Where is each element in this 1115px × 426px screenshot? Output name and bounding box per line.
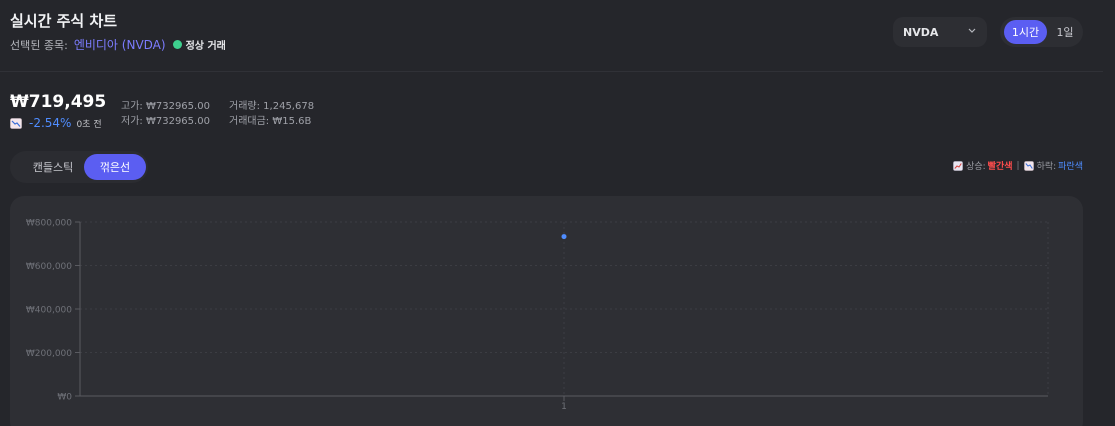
y-tick-label: ₩600,000 (26, 262, 72, 272)
chart-type-toggle: 캔들스틱 꺾은선 (10, 151, 148, 183)
symbol-select-value: NVDA (903, 25, 939, 39)
page-title: 실시간 주식 차트 (10, 12, 118, 30)
symbol-select[interactable]: NVDA (893, 17, 987, 47)
page-scrollbar[interactable] (1103, 0, 1115, 426)
y-tick-label: ₩800,000 (26, 219, 72, 229)
high-price-stat: 고가: ₩732965.00 (121, 97, 210, 112)
price-change-row: -2.54% 0초 전 (10, 116, 102, 130)
price-line-chart: ₩800,000 ₩600,000 ₩400,000 ₩200,000 ₩0 1 (26, 219, 1049, 412)
chart-increasing-icon (953, 160, 963, 171)
last-updated: 0초 전 (76, 119, 102, 130)
low-price-label: 저가: (121, 116, 143, 127)
period-1h-button[interactable]: 1시간 (1004, 20, 1047, 44)
high-price-value: ₩732965.00 (145, 101, 210, 112)
turnover-value: ₩15.6B (272, 116, 312, 127)
high-price-label: 고가: (121, 101, 143, 112)
header-bar: 실시간 주식 차트 선택된 종목: 엔비디아 (NVDA) 정상 거래 NVDA… (0, 0, 1115, 72)
legend-down-label: 하락: (1036, 162, 1057, 172)
volume-label: 거래량: (229, 101, 260, 112)
selected-stock-name: 엔비디아 (NVDA) (73, 38, 166, 52)
legend-up-label: 상승: (966, 162, 986, 172)
legend-separator: | (1016, 160, 1020, 171)
chevron-down-icon (968, 28, 976, 33)
chart-panel: ₩800,000 ₩600,000 ₩400,000 ₩200,000 ₩0 1 (10, 196, 1083, 426)
data-point (561, 234, 567, 240)
candlestick-button[interactable]: 캔들스틱 (16, 154, 90, 180)
chart-decreasing-icon (10, 117, 22, 129)
low-price-value: ₩732965.00 (145, 116, 210, 127)
selected-stock-label: 선택된 종목: (10, 38, 68, 52)
turnover-stat: 거래대금: ₩15.6B (229, 112, 311, 127)
price-change-percent: -2.54% (29, 116, 72, 130)
status-dot-icon (172, 40, 182, 49)
color-legend: 상승: 빨간색 | 하락: 파란색 (953, 159, 1083, 172)
line-chart-button[interactable]: 꺾은선 (84, 154, 146, 180)
period-1d-button[interactable]: 1일 (1050, 20, 1080, 44)
low-price-stat: 저가: ₩732965.00 (121, 112, 210, 127)
current-price: ₩719,495 (10, 92, 107, 112)
y-tick-label: ₩200,000 (26, 349, 72, 359)
period-toggle: 1시간 1일 (1000, 17, 1083, 47)
x-tick-label: 1 (561, 402, 567, 412)
volume-stat: 거래량: 1,245,678 (229, 97, 314, 112)
trading-status: 정상 거래 (185, 41, 226, 52)
y-tick-label: ₩0 (57, 393, 72, 403)
turnover-label: 거래대금: (229, 116, 270, 127)
legend-down-color: 파란색 (1058, 162, 1083, 172)
selected-stock-line: 선택된 종목: 엔비디아 (NVDA) 정상 거래 (10, 36, 226, 53)
volume-value: 1,245,678 (263, 101, 315, 112)
y-tick-label: ₩400,000 (26, 306, 72, 316)
chart-decreasing-icon (1023, 160, 1034, 171)
legend-up-color: 빨간색 (987, 162, 1013, 172)
